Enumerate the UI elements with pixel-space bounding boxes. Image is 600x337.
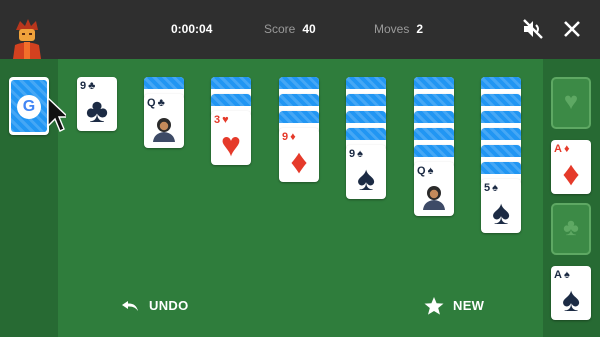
logo-letter: G [22,98,36,115]
foundation-suit-icon: ♣ [563,214,579,241]
mouse-cursor-icon [47,96,66,132]
card-back [481,94,521,108]
card-corner: 9 ♠ [349,148,363,160]
card-suit-small: ♦ [563,143,570,155]
card-suit-large: ♠ [491,194,511,232]
score-value: 40 [302,22,316,36]
volume-off-icon[interactable] [520,16,546,42]
face-up-card[interactable]: 9 ♠ ♠ [346,145,386,199]
foundation-card[interactable]: A ♠ ♠ [551,266,591,320]
card-suit-large: ♥ [220,126,242,164]
card-back [346,94,386,108]
close-icon[interactable] [559,16,585,42]
face-up-card[interactable]: 9 ♣ ♣ [77,77,117,131]
foundation-card[interactable]: A ♦ ♦ [551,140,591,194]
card-rank: 5 [484,182,491,194]
card-suit-small: ♠ [563,269,570,281]
card-corner: 9 ♦ [282,131,296,143]
face-card-figure [423,186,445,210]
card-back [144,77,184,91]
card-back [414,94,454,108]
card-rank: 3 [214,114,221,126]
card-back [481,128,521,142]
card-back [211,77,251,91]
face-up-card[interactable]: Q ♣ [144,94,184,148]
card-suit-large: ♠ [561,281,581,319]
card-suit-large: ♦ [290,143,308,181]
card-rank: A [554,269,562,281]
card-back [414,128,454,142]
card-rank: 9 [80,80,87,92]
face-up-card[interactable]: 5 ♠ ♠ [481,179,521,233]
moves-value: 2 [416,22,424,36]
foundation-suit-icon: ♥ [563,88,579,115]
card-suit-small: ♠ [492,182,498,194]
card-corner: 9 ♣ [80,80,95,92]
card-back [481,145,521,159]
undo-button[interactable]: UNDO [120,298,188,313]
foundation-slot[interactable]: ♣ [551,203,591,255]
card-back [414,111,454,125]
google-logo-icon: G [17,95,41,119]
stock-pile[interactable]: G [9,77,49,135]
card-corner: A ♠ [554,269,570,281]
card-back [279,111,319,125]
card-rank: Q [417,165,426,177]
moves-label: Moves [374,22,410,36]
card-suit-small: ♠ [357,148,363,160]
new-label: NEW [453,298,485,313]
card-suit-small: ♣ [88,80,96,92]
card-back [481,77,521,91]
card-corner: Q ♠ [417,165,433,177]
timer: 0:00:04 [171,22,213,36]
card-suit-small: ♦ [290,131,296,143]
card-suit-small: ♥ [222,114,229,126]
card-back [279,77,319,91]
card-back [346,111,386,125]
card-suit-small: ♠ [427,165,434,177]
card-back [481,162,521,176]
card-back [481,111,521,125]
card-suit-large: ♦ [562,155,580,193]
avatar-icon [13,19,41,59]
card-back [346,77,386,91]
undo-icon [122,301,138,311]
card-suit-large: ♠ [356,160,376,198]
score-stat: Score 40 [264,22,316,36]
star-icon [424,297,444,315]
undo-label: UNDO [149,298,189,313]
card-back [279,94,319,108]
card-corner: 5 ♠ [484,182,498,194]
card-rank: 9 [282,131,289,143]
face-up-card[interactable]: 3 ♥ ♥ [211,111,251,165]
card-corner: Q ♣ [147,97,165,109]
foundation-slot[interactable]: ♥ [551,77,591,129]
card-back [414,145,454,159]
card-corner: 3 ♥ [214,114,229,126]
new-game-button[interactable]: NEW [424,297,485,315]
face-card-figure [153,118,175,142]
score-label: Score [264,22,296,36]
face-up-card[interactable]: Q ♠ [414,162,454,216]
face-up-card[interactable]: 9 ♦ ♦ [279,128,319,182]
card-rank: Q [147,97,156,109]
card-suit-small: ♣ [157,97,165,109]
top-bar: 0:00:04 Score 40 Moves 2 [0,0,600,59]
card-back [346,128,386,142]
card-corner: A ♦ [554,143,570,155]
card-rank: A [554,143,562,155]
card-back [211,94,251,108]
card-back [414,77,454,91]
moves-stat: Moves 2 [374,22,423,36]
card-rank: 9 [349,148,356,160]
card-suit-large: ♣ [85,92,109,130]
